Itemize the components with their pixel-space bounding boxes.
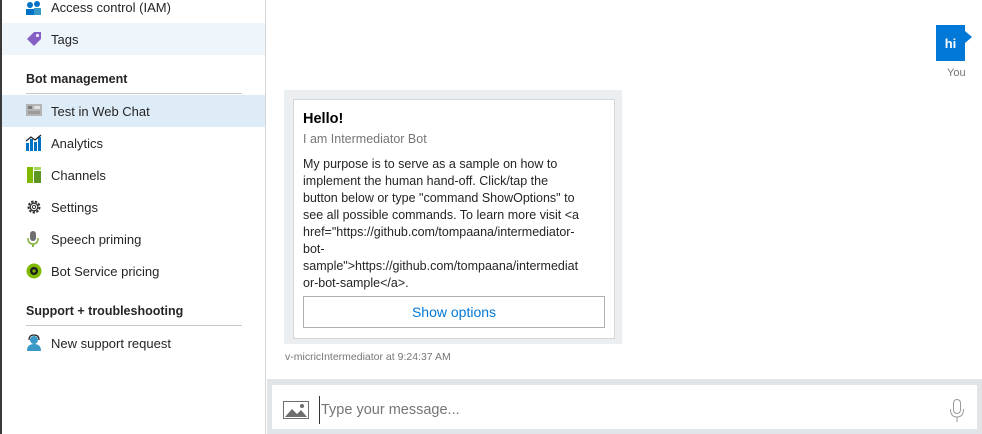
card-title: Hello! [303, 111, 344, 127]
sidebar-item-new-support-request[interactable]: New support request [2, 327, 265, 359]
sidebar-item-analytics[interactable]: Analytics [2, 127, 265, 159]
sidebar-item-access-control[interactable]: Access control (IAM) [2, 0, 265, 23]
support-person-icon [25, 334, 43, 352]
sidebar-item-label: New support request [51, 335, 171, 351]
card-text-line: href="https://github.com/tompaana/interm… [303, 225, 575, 239]
card-text-line: bot- [303, 242, 325, 256]
card-text-line: sample">https://github.com/tompaana/inte… [303, 259, 579, 273]
tag-icon [25, 30, 43, 48]
sidebar-item-label: Access control (IAM) [51, 0, 171, 15]
sidebar-item-label: Settings [51, 199, 98, 215]
card-text-line: button below or type "command ShowOption… [303, 191, 575, 205]
analytics-icon [25, 134, 43, 152]
sidebar-item-label: Channels [51, 167, 106, 183]
sidebar-item-label: Test in Web Chat [51, 103, 150, 119]
card-text-line: implement the human hand-off. Click/tap … [303, 174, 549, 188]
bot-message-timestamp: v-micricIntermediator at 9:24:37 AM [285, 351, 451, 363]
bot-hero-card: Hello! I am Intermediator Bot My purpose… [293, 99, 615, 339]
card-subtitle: I am Intermediator Bot [303, 132, 427, 146]
section-divider [26, 325, 242, 326]
card-text-line: see all possible commands. To learn more… [303, 208, 579, 222]
section-header-support: Support + troubleshooting [26, 304, 184, 318]
sidebar-item-speech-priming[interactable]: Speech priming [2, 223, 265, 255]
sidebar-item-channels[interactable]: Channels [2, 159, 265, 191]
sidebar-item-settings[interactable]: Settings [2, 191, 265, 223]
channels-icon [25, 166, 43, 184]
web-chat-icon [25, 102, 43, 120]
sidebar-item-tags[interactable]: Tags [2, 23, 265, 55]
gear-icon [25, 198, 43, 216]
card-text-line: My purpose is to serve as a sample on ho… [303, 157, 558, 171]
pricing-icon [25, 262, 43, 280]
show-options-button[interactable]: Show options [303, 296, 605, 328]
user-message-sender: You [947, 67, 966, 79]
card-text: My purpose is to serve as a sample on ho… [303, 156, 603, 292]
image-upload-icon[interactable] [283, 401, 309, 419]
user-message-bubble: hi [936, 25, 972, 61]
sidebar-item-label: Tags [51, 31, 79, 47]
sidebar-item-label: Analytics [51, 135, 104, 151]
access-control-icon [25, 0, 43, 16]
web-chat-panel: hi You Hello! I am Intermediator Bot My … [267, 0, 982, 434]
microphone-icon[interactable] [949, 399, 965, 423]
sidebar-item-label: Speech priming [51, 231, 142, 247]
sidebar: Access control (IAM) Tags Bot management… [0, 0, 266, 434]
section-header-bot-management: Bot management [26, 72, 128, 86]
card-text-line: or-bot-sample</a>. [303, 276, 409, 290]
section-divider [26, 93, 242, 94]
speech-icon [25, 230, 43, 248]
sidebar-item-test-in-web-chat[interactable]: Test in Web Chat [2, 95, 265, 127]
user-message-text: hi [944, 35, 957, 51]
sidebar-item-label: Bot Service pricing [51, 263, 160, 279]
message-input[interactable] [319, 396, 919, 424]
sidebar-item-bot-service-pricing[interactable]: Bot Service pricing [2, 255, 265, 287]
